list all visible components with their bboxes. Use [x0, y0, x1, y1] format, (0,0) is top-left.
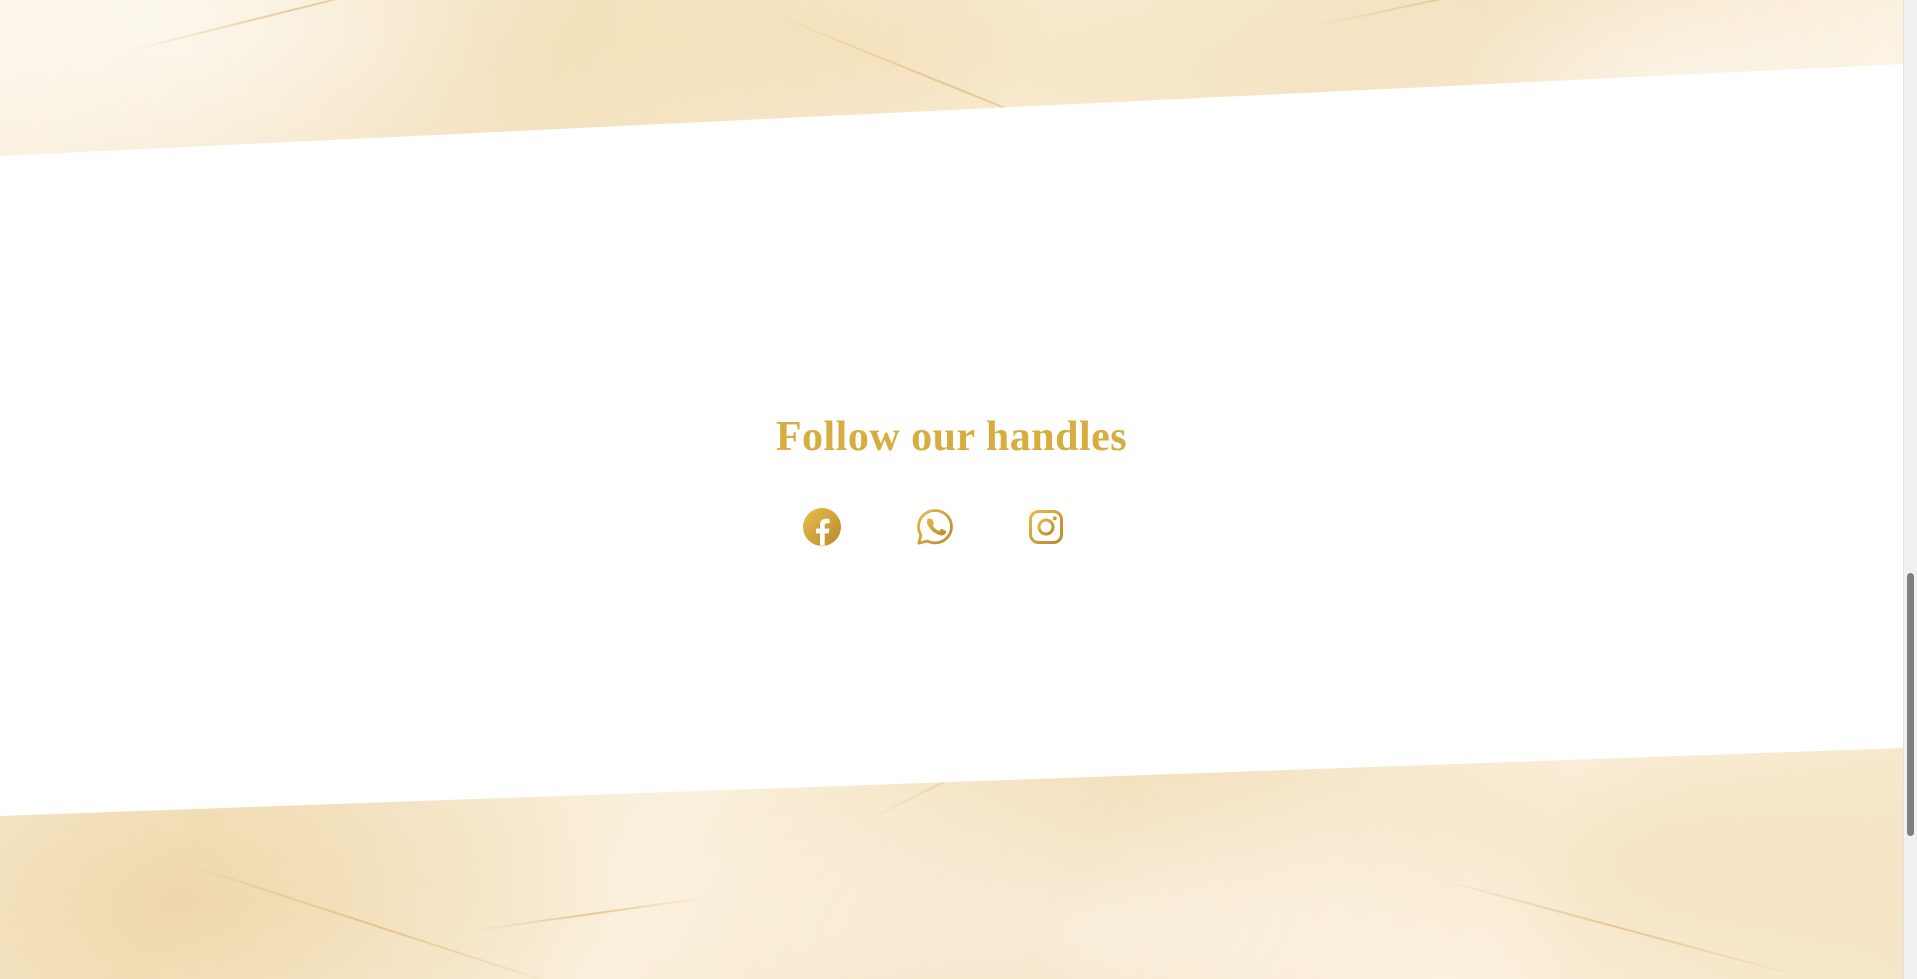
- section-title: Follow our handles: [775, 413, 1128, 460]
- marble-vein: [169, 858, 570, 979]
- vertical-scrollbar[interactable]: [1903, 0, 1917, 979]
- whatsapp-icon: [917, 509, 953, 545]
- page: Follow our handles: [0, 0, 1917, 979]
- social-links: [800, 505, 1100, 549]
- marble-vein: [469, 896, 708, 932]
- whatsapp-link[interactable]: [913, 505, 957, 549]
- marble-vein: [119, 0, 470, 54]
- facebook-link[interactable]: [800, 505, 844, 549]
- scrollbar-thumb[interactable]: [1907, 573, 1914, 836]
- instagram-link[interactable]: [1024, 505, 1068, 549]
- facebook-icon: [803, 508, 841, 546]
- marble-vein: [1299, 0, 1653, 30]
- marble-vein: [1429, 876, 1807, 979]
- instagram-icon: [1029, 510, 1063, 544]
